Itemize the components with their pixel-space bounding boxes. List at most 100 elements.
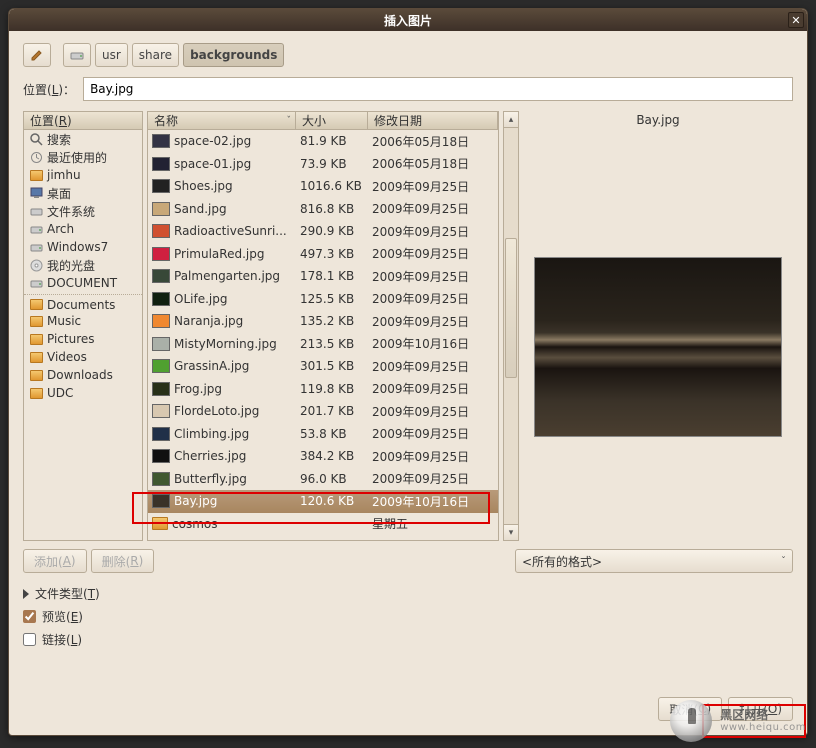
disk-icon [29,240,43,254]
file-row[interactable]: Climbing.jpg53.8 KB2009年09月25日 [148,423,498,446]
column-size[interactable]: 大小 [296,112,368,129]
file-row[interactable]: MistyMorning.jpg213.5 KB2009年10月16日 [148,333,498,356]
column-modified[interactable]: 修改日期 [368,112,498,129]
scroll-thumb[interactable] [505,238,517,378]
titlebar[interactable]: 插入图片 ✕ [9,9,807,31]
file-size-cell: 120.6 KB [296,494,368,508]
add-place-button[interactable]: 添加(A) [23,549,87,573]
file-name-cell: MistyMorning.jpg [148,337,296,351]
pencil-icon [30,48,44,62]
file-list[interactable]: space-02.jpg81.9 KB2006年05月18日space-01.j… [148,130,498,540]
places-item[interactable]: 搜索 [24,130,142,148]
file-date-cell: 2006年05月18日 [368,155,498,172]
file-row[interactable]: Shoes.jpg1016.6 KB2009年09月25日 [148,175,498,198]
file-pane: 名称ˇ 大小 修改日期 space-02.jpg81.9 KB2006年05月1… [147,111,499,541]
file-thumbnail-icon [152,247,170,261]
format-select[interactable]: <所有的格式> ˇ [515,549,793,573]
link-checkbox-row[interactable]: 链接(L) [23,631,793,648]
dialog-window: 插入图片 ✕ usr share backgrounds 位置(L)： 位置(R… [8,8,808,736]
folder-icon [29,314,43,328]
file-row[interactable]: Frog.jpg119.8 KB2009年09月25日 [148,378,498,401]
close-button[interactable]: ✕ [788,12,804,28]
file-row[interactable]: OLife.jpg125.5 KB2009年09月25日 [148,288,498,311]
places-item[interactable]: 桌面 [24,184,142,202]
file-row[interactable]: Butterfly.jpg96.0 KB2009年09月25日 [148,468,498,491]
filetype-expander[interactable]: 文件类型(T) [23,585,793,602]
places-item[interactable]: Music [24,312,142,330]
file-size-cell: 119.8 KB [296,382,368,396]
file-row[interactable]: space-02.jpg81.9 KB2006年05月18日 [148,130,498,153]
places-item[interactable]: 我的光盘 [24,256,142,274]
places-item-label: Downloads [47,368,113,382]
file-date-cell: 2009年09月25日 [368,245,498,262]
location-label: 位置(L)： [23,81,75,98]
file-row[interactable]: Naranja.jpg135.2 KB2009年09月25日 [148,310,498,333]
places-item[interactable]: Documents [24,294,142,312]
file-name-cell: space-02.jpg [148,134,296,148]
path-segment-backgrounds[interactable]: backgrounds [183,43,284,67]
file-date-cell: 2009年09月25日 [368,380,498,397]
places-item[interactable]: Arch [24,220,142,238]
places-item[interactable]: 文件系统 [24,202,142,220]
file-size-cell: 125.5 KB [296,292,368,306]
places-item[interactable]: Pictures [24,330,142,348]
file-row[interactable]: GrassinA.jpg301.5 KB2009年09月25日 [148,355,498,378]
places-item[interactable]: DOCUMENT [24,274,142,292]
file-thumbnail-icon [152,314,170,328]
file-row[interactable]: cosmos星期五 [148,513,498,536]
places-item-label: Pictures [47,332,95,346]
scroll-up-button[interactable]: ▴ [504,112,518,128]
preview-image [534,257,782,437]
file-date-cell: 2009年09月25日 [368,313,498,330]
file-scrollbar[interactable]: ▴ ▾ [503,111,519,541]
file-thumbnail-icon [152,134,170,148]
places-buttons: 添加(A) 删除(R) [23,549,154,573]
file-row[interactable]: space-01.jpg73.9 KB2006年05月18日 [148,153,498,176]
scroll-down-button[interactable]: ▾ [504,524,518,540]
column-name[interactable]: 名称ˇ [148,112,296,129]
location-input[interactable] [83,77,793,101]
places-item-label: 我的光盘 [47,257,95,274]
file-date-cell: 2009年09月25日 [368,268,498,285]
column-headers: 名称ˇ 大小 修改日期 [148,112,498,130]
watermark-sub: www.heiqu.com [720,722,806,733]
link-checkbox[interactable] [23,633,36,646]
file-thumbnail-icon [152,269,170,283]
places-header[interactable]: 位置(R) [24,112,142,130]
places-item-label: Documents [47,298,115,312]
preview-checkbox-row[interactable]: 预览(E) [23,608,793,625]
edit-path-button[interactable] [23,43,51,67]
scroll-track[interactable] [504,128,518,524]
file-row[interactable]: Palmengarten.jpg178.1 KB2009年09月25日 [148,265,498,288]
file-row[interactable]: Bay.jpg120.6 KB2009年10月16日 [148,490,498,513]
file-date-cell: 2009年09月25日 [368,470,498,487]
file-name-cell: PrimulaRed.jpg [148,247,296,261]
file-row[interactable]: Cherries.jpg384.2 KB2009年09月25日 [148,445,498,468]
file-thumbnail-icon [152,382,170,396]
drive-root-button[interactable] [63,43,91,67]
file-name-cell: OLife.jpg [148,292,296,306]
file-row[interactable]: FlordeLoto.jpg201.7 KB2009年09月25日 [148,400,498,423]
places-item[interactable]: 最近使用的 [24,148,142,166]
file-date-cell: 2009年09月25日 [368,223,498,240]
file-thumbnail-icon [152,179,170,193]
places-item[interactable]: UDC [24,384,142,402]
file-size-cell: 1016.6 KB [296,179,368,193]
folder-icon [29,298,43,312]
places-item[interactable]: Windows7 [24,238,142,256]
path-segment-usr[interactable]: usr [95,43,128,67]
places-item[interactable]: jimhu [24,166,142,184]
places-item[interactable]: Videos [24,348,142,366]
file-name-cell: Cherries.jpg [148,449,296,463]
places-item[interactable]: Downloads [24,366,142,384]
file-size-cell: 816.8 KB [296,202,368,216]
file-row[interactable]: PrimulaRed.jpg497.3 KB2009年09月25日 [148,243,498,266]
file-thumbnail-icon [152,404,170,418]
file-row[interactable]: RadioactiveSunri...290.9 KB2009年09月25日 [148,220,498,243]
remove-place-button[interactable]: 删除(R) [91,549,155,573]
watermark: 黑区网络 www.heiqu.com [670,700,806,742]
file-row[interactable]: Sand.jpg816.8 KB2009年09月25日 [148,198,498,221]
file-name-cell: space-01.jpg [148,157,296,171]
path-segment-share[interactable]: share [132,43,179,67]
preview-checkbox[interactable] [23,610,36,623]
